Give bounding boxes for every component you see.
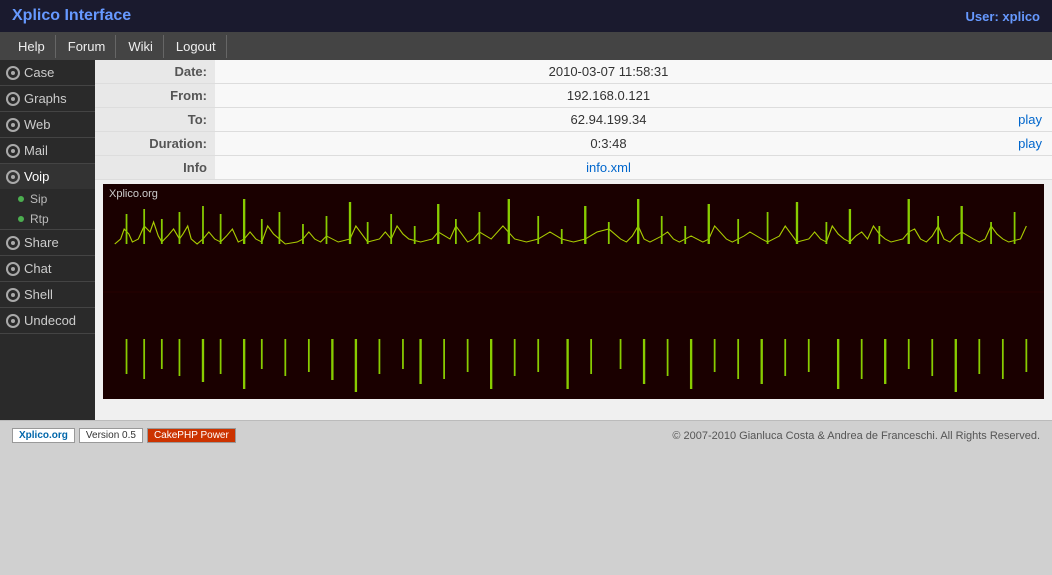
sidebar-item-voip[interactable]: Voip	[0, 164, 95, 189]
case-icon	[6, 66, 20, 80]
header: Xplico Interface User: xplico	[0, 0, 1052, 32]
copyright: © 2007-2010 Gianluca Costa & Andrea de F…	[672, 430, 1040, 442]
sidebar-label-undecod: Undecod	[24, 313, 76, 328]
info-table: Date: 2010-03-07 11:58:31 From: 192.168.…	[95, 60, 1052, 180]
content-area: Date: 2010-03-07 11:58:31 From: 192.168.…	[95, 60, 1052, 420]
undecod-icon	[6, 314, 20, 328]
sidebar-item-web[interactable]: Web	[0, 112, 95, 137]
voip-icon	[6, 170, 20, 184]
table-row-from: From: 192.168.0.121	[95, 84, 1052, 108]
sidebar-item-undecod[interactable]: Undecod	[0, 308, 95, 333]
sidebar-label-voip: Voip	[24, 169, 49, 184]
sidebar-section-undecod: Undecod	[0, 308, 95, 334]
sip-bullet	[18, 196, 24, 202]
sidebar-item-shell[interactable]: Shell	[0, 282, 95, 307]
version-badge: Version 0.5	[79, 428, 143, 443]
sidebar-item-graphs[interactable]: Graphs	[0, 86, 95, 111]
sidebar-section-web: Web	[0, 112, 95, 138]
sidebar-label-mail: Mail	[24, 143, 48, 158]
sidebar-label-graphs: Graphs	[24, 91, 67, 106]
table-row-date: Date: 2010-03-07 11:58:31	[95, 60, 1052, 84]
label-to: To:	[95, 108, 215, 132]
nav-logout[interactable]: Logout	[166, 35, 227, 58]
main-layout: Case Graphs Web Mail Voip	[0, 60, 1052, 420]
chat-icon	[6, 262, 20, 276]
graphs-icon	[6, 92, 20, 106]
sidebar-item-rtp[interactable]: Rtp	[0, 209, 95, 229]
waveform-label: Xplico.org	[109, 188, 158, 200]
sidebar-item-case[interactable]: Case	[0, 60, 95, 85]
footer: Xplico.org Version 0.5 CakePHP Power © 2…	[0, 420, 1052, 450]
sidebar-section-share: Share	[0, 230, 95, 256]
label-date: Date:	[95, 60, 215, 84]
cake-badge: CakePHP Power	[147, 428, 236, 443]
sidebar-label-rtp: Rtp	[30, 212, 49, 226]
title-part2: Interface	[64, 7, 131, 24]
sidebar-item-sip[interactable]: Sip	[0, 189, 95, 209]
sidebar: Case Graphs Web Mail Voip	[0, 60, 95, 420]
table-row-duration: Duration: 0:3:48 play	[95, 132, 1052, 156]
footer-logos: Xplico.org Version 0.5 CakePHP Power	[12, 428, 236, 443]
table-row-to: To: 62.94.199.34 play	[95, 108, 1052, 132]
share-icon	[6, 236, 20, 250]
username: xplico	[1002, 9, 1040, 24]
sidebar-section-mail: Mail	[0, 138, 95, 164]
label-info: Info	[95, 156, 215, 180]
app-title: Xplico Interface	[12, 7, 131, 25]
sidebar-label-shell: Shell	[24, 287, 53, 302]
value-to: 62.94.199.34	[215, 108, 1002, 132]
sidebar-item-share[interactable]: Share	[0, 230, 95, 255]
sidebar-section-voip: Voip Sip Rtp	[0, 164, 95, 230]
title-part1: Xplico	[12, 7, 60, 24]
rtp-bullet	[18, 216, 24, 222]
sidebar-label-web: Web	[24, 117, 51, 132]
value-date: 2010-03-07 11:58:31	[215, 60, 1002, 84]
nav-wiki[interactable]: Wiki	[118, 35, 164, 58]
play-button-duration[interactable]: play	[1002, 132, 1052, 156]
navbar: Help Forum Wiki Logout	[0, 32, 1052, 60]
nav-forum[interactable]: Forum	[58, 35, 117, 58]
waveform-svg	[103, 184, 1044, 399]
value-info: info.xml	[215, 156, 1002, 180]
sidebar-label-share: Share	[24, 235, 59, 250]
sidebar-section-chat: Chat	[0, 256, 95, 282]
label-from: From:	[95, 84, 215, 108]
sidebar-label-chat: Chat	[24, 261, 51, 276]
user-label: User:	[966, 9, 999, 24]
sidebar-section-shell: Shell	[0, 282, 95, 308]
sidebar-item-chat[interactable]: Chat	[0, 256, 95, 281]
xplico-logo-badge: Xplico.org	[12, 428, 75, 443]
value-from: 192.168.0.121	[215, 84, 1002, 108]
value-duration: 0:3:48	[215, 132, 1002, 156]
sidebar-label-case: Case	[24, 65, 54, 80]
web-icon	[6, 118, 20, 132]
label-duration: Duration:	[95, 132, 215, 156]
user-info: User: xplico	[966, 9, 1040, 24]
sidebar-item-mail[interactable]: Mail	[0, 138, 95, 163]
mail-icon	[6, 144, 20, 158]
info-xml-link[interactable]: info.xml	[586, 160, 631, 175]
sidebar-section-graphs: Graphs	[0, 86, 95, 112]
table-row-info: Info info.xml	[95, 156, 1052, 180]
sidebar-section-case: Case	[0, 60, 95, 86]
sidebar-label-sip: Sip	[30, 192, 47, 206]
waveform-container: Xplico.org	[103, 184, 1044, 399]
nav-help[interactable]: Help	[8, 35, 56, 58]
shell-icon	[6, 288, 20, 302]
play-button-to[interactable]: play	[1002, 108, 1052, 132]
